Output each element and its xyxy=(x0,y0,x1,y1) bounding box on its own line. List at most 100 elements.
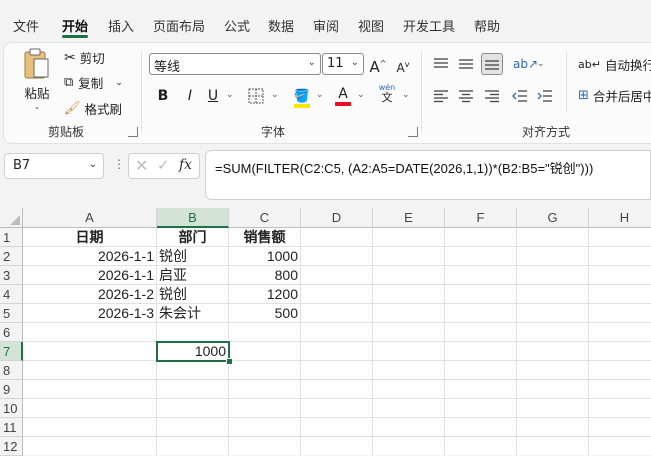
cell-a5[interactable]: 2026-1-3 xyxy=(23,304,154,323)
row-header-6[interactable]: 6 xyxy=(0,323,23,342)
border-icon xyxy=(248,88,264,104)
gridline xyxy=(300,228,301,455)
select-all-corner[interactable] xyxy=(0,208,23,228)
align-center-button[interactable] xyxy=(455,85,477,107)
font-name-select[interactable]: 等线 ⌄ xyxy=(149,53,321,75)
gridline xyxy=(23,417,651,418)
font-launcher-icon[interactable] xyxy=(408,127,418,137)
name-box[interactable]: B7 ⌄ xyxy=(4,153,104,179)
align-bottom-button[interactable] xyxy=(481,53,503,75)
row-header-5[interactable]: 5 xyxy=(0,304,23,323)
wrap-text-icon: ab↵ xyxy=(578,58,601,71)
row-header-8[interactable]: 8 xyxy=(0,361,23,380)
tab-page-layout[interactable]: 页面布局 xyxy=(153,16,205,35)
row-header-9[interactable]: 9 xyxy=(0,380,23,399)
decrease-indent-button[interactable] xyxy=(509,85,531,107)
row-header-12[interactable]: 12 xyxy=(0,437,23,456)
row-header-4[interactable]: 4 xyxy=(0,285,23,304)
chevron-down-icon: ⌄ xyxy=(316,90,324,100)
column-header-c[interactable]: C xyxy=(229,208,301,228)
alignment-group-label: 对齐方式 xyxy=(522,125,571,139)
phonetic-button[interactable]: wén 文 xyxy=(376,83,398,105)
cell-c4[interactable]: 1200 xyxy=(229,285,298,304)
format-painter-button[interactable]: 🖌 格式刷 xyxy=(64,99,122,118)
font-group-label: 字体 xyxy=(261,125,286,139)
insert-function-icon[interactable]: fx xyxy=(179,157,192,173)
tab-formulas[interactable]: 公式 xyxy=(224,16,250,35)
cell-b4[interactable]: 锐创 xyxy=(159,285,228,304)
cell-b5[interactable]: 朱会计 xyxy=(159,304,228,323)
increase-indent-button[interactable] xyxy=(534,85,556,107)
cut-button[interactable]: ✂ 剪切 xyxy=(64,48,105,67)
tab-data[interactable]: 数据 xyxy=(268,16,294,35)
wrap-text-button[interactable]: ab↵ 自动换行 xyxy=(578,55,651,74)
align-middle-button[interactable] xyxy=(455,53,477,75)
grow-font-button[interactable]: A^ xyxy=(367,53,389,76)
row-header-1[interactable]: 1 xyxy=(0,228,23,247)
cell-c5[interactable]: 500 xyxy=(229,304,298,323)
fill-handle[interactable] xyxy=(226,358,233,365)
enter-icon[interactable]: ✓ xyxy=(157,156,170,174)
tab-review[interactable]: 审阅 xyxy=(313,16,339,35)
row-header-11[interactable]: 11 xyxy=(0,418,23,437)
tab-home[interactable]: 开始 xyxy=(62,16,88,35)
cell-c3[interactable]: 800 xyxy=(229,266,298,285)
cell-c2[interactable]: 1000 xyxy=(229,247,298,266)
row-header-2[interactable]: 2 xyxy=(0,247,23,266)
row-header-7[interactable]: 7 xyxy=(0,342,23,361)
clipboard-launcher-icon[interactable] xyxy=(128,127,138,137)
font-color-icon: A xyxy=(338,86,348,102)
cell-c1[interactable]: 销售额 xyxy=(229,228,300,247)
gridline xyxy=(444,228,445,455)
column-header-h[interactable]: H xyxy=(589,208,651,228)
row-header-10[interactable]: 10 xyxy=(0,399,23,418)
align-bottom-icon xyxy=(485,60,499,70)
cell-b2[interactable]: 锐创 xyxy=(159,247,228,266)
merge-center-button[interactable]: ⊞ 合并后居中 xyxy=(578,86,651,105)
column-header-f[interactable]: F xyxy=(445,208,517,228)
grow-font-label: A xyxy=(369,58,380,76)
cell-a1[interactable]: 日期 xyxy=(23,228,156,247)
chevron-down-icon: ⌄ xyxy=(307,57,316,68)
formula-actions: ✕ ✓ fx xyxy=(128,153,200,179)
gridline xyxy=(23,360,651,361)
tab-insert[interactable]: 插入 xyxy=(108,16,134,35)
copy-button[interactable]: ⧉ 复制 ⌄ xyxy=(64,73,123,92)
column-header-a[interactable]: A xyxy=(23,208,157,228)
tab-help[interactable]: 帮助 xyxy=(474,16,500,35)
borders-button[interactable] xyxy=(245,85,267,107)
underline-button[interactable]: U xyxy=(202,85,224,107)
worksheet-grid[interactable]: A B C D E F G H 1 2 3 4 5 6 7 8 9 10 11 … xyxy=(0,208,651,456)
align-left-button[interactable] xyxy=(430,85,452,107)
tab-file[interactable]: 文件 xyxy=(13,16,39,35)
shrink-font-button[interactable]: Av xyxy=(392,54,414,76)
column-header-d[interactable]: D xyxy=(301,208,373,228)
chevron-down-icon: ⌄ xyxy=(350,57,359,68)
paste-button[interactable]: 粘贴 ⌄ xyxy=(22,47,52,111)
cell-a4[interactable]: 2026-1-2 xyxy=(23,285,154,304)
paste-icon xyxy=(24,48,49,79)
formula-input[interactable]: =SUM(FILTER(C2:C5, (A2:A5=DATE(2026,1,1)… xyxy=(205,150,651,200)
divider xyxy=(421,51,422,133)
cell-a3[interactable]: 2026-1-1 xyxy=(23,266,154,285)
italic-button[interactable]: I xyxy=(179,85,201,107)
tab-developer[interactable]: 开发工具 xyxy=(403,16,455,35)
column-header-b[interactable]: B xyxy=(157,208,229,228)
bold-button[interactable]: B xyxy=(152,85,174,107)
tab-view[interactable]: 视图 xyxy=(358,16,384,35)
cell-b3[interactable]: 启亚 xyxy=(159,266,228,285)
column-header-g[interactable]: G xyxy=(517,208,589,228)
align-right-button[interactable] xyxy=(481,85,503,107)
more-dots-icon[interactable]: ⋮ xyxy=(113,157,125,171)
font-color-button[interactable]: A xyxy=(332,83,354,106)
shrink-font-label: A xyxy=(396,61,405,75)
cancel-icon[interactable]: ✕ xyxy=(135,156,148,175)
orientation-button[interactable]: ab↗ xyxy=(513,53,538,75)
column-header-e[interactable]: E xyxy=(373,208,445,228)
row-header-3[interactable]: 3 xyxy=(0,266,23,285)
font-size-select[interactable]: 11 ⌄ xyxy=(322,53,364,75)
cell-b1[interactable]: 部门 xyxy=(157,228,228,247)
align-top-button[interactable] xyxy=(430,53,452,75)
cell-a2[interactable]: 2026-1-1 xyxy=(23,247,154,266)
fill-color-button[interactable]: 🪣 xyxy=(291,85,313,108)
